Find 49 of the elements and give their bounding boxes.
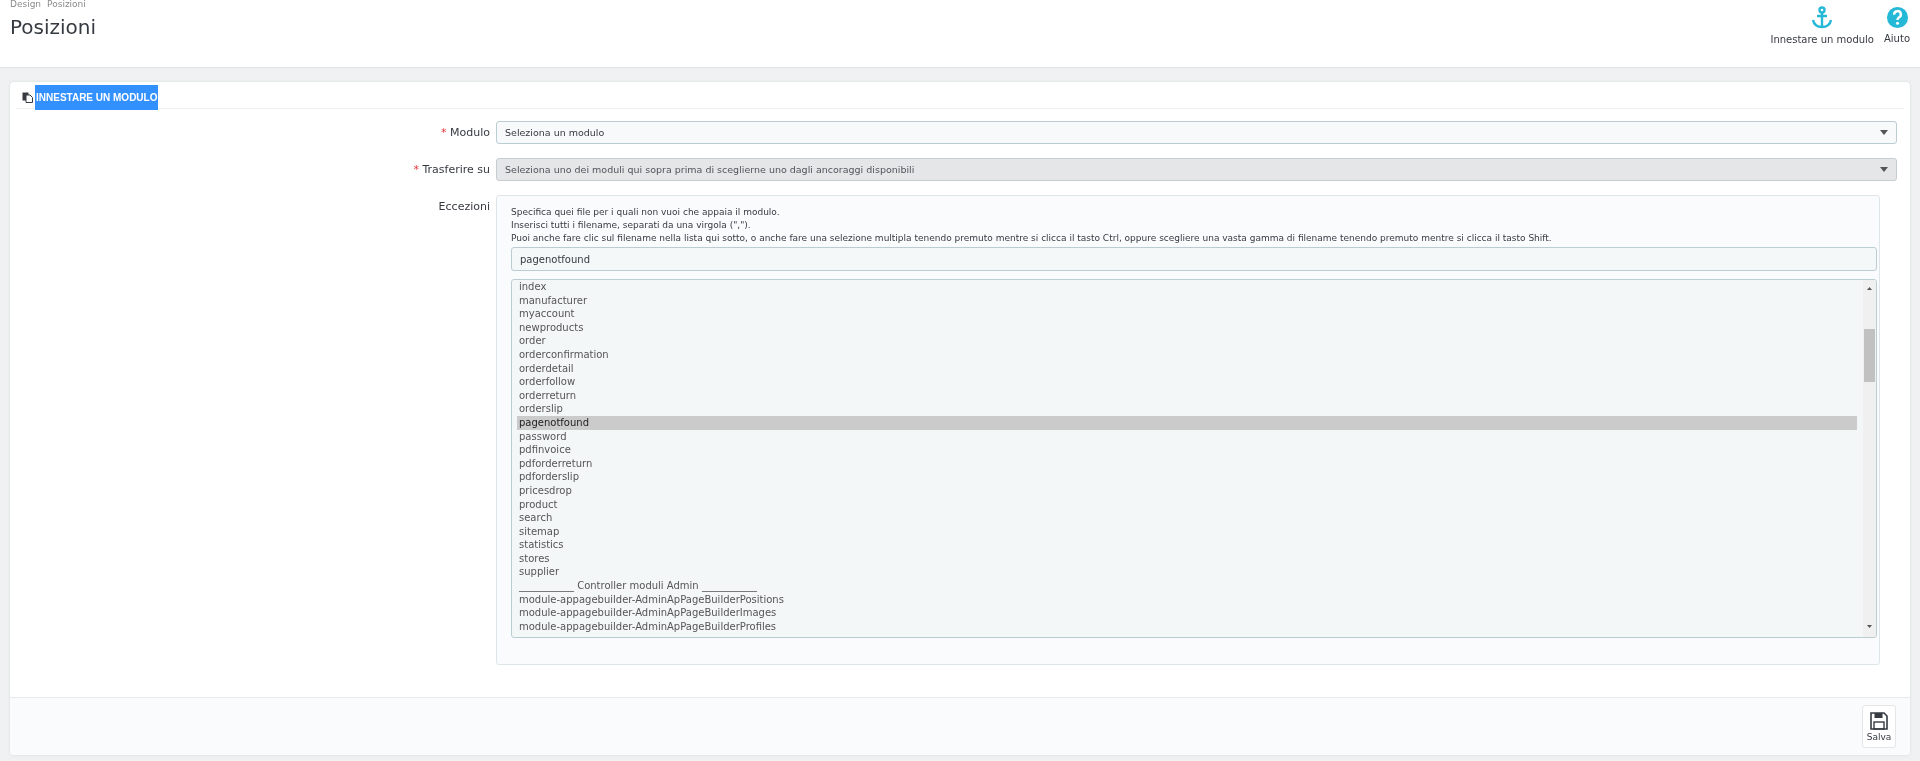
list-item[interactable]: module-appagebuilder-AdminApPageBuilderPositions [517,592,1857,607]
scrollbar[interactable] [1863,280,1876,637]
list-item[interactable]: stores [517,551,1857,566]
list-item[interactable]: pdfinvoice [517,443,1857,457]
caret-icon [1880,167,1888,172]
list-item[interactable]: pdforderreturn [517,456,1857,471]
list-item[interactable]: module-appagebuilder-AdminApPageBuilderProfiles [517,619,1857,634]
file-listbox[interactable] [511,279,1877,638]
help-text: Puoi anche fare clic sul filename nella lista qui sotto, o anche fare una selezione multipla tenendo premuto mentre si clicca il tasto Ctrl, oppure scegliere una vasta gamma di filename tenendo premuto mentre si clicca il tasto Shift. [511,232,1553,245]
breadcrumb-item[interactable]: Design [10,0,42,8]
input-field[interactable]: pagenotfound [511,247,1877,271]
list-item[interactable]: statistics [517,538,1857,552]
list-item[interactable]: pdforderslip [517,470,1857,484]
list-item[interactable]: password [517,429,1857,444]
copy-icon [22,91,33,103]
toolbar-link[interactable]: Aiuto [1884,6,1910,44]
field-label: * Trasferire su [412,162,490,176]
list-item[interactable]: sitemap [517,524,1857,539]
caret-icon [1880,130,1888,135]
list-item[interactable]: manufacturer [517,293,1857,308]
list-item[interactable]: search [517,511,1857,525]
list-item[interactable]: module-appagebuilder-AdminApPageBuilderImages [517,606,1857,620]
list-item[interactable]: pricesdrop [517,483,1857,498]
list-item[interactable]: orderfollow [517,375,1857,389]
list-item[interactable]: pagenotfound [517,415,1857,430]
list-item[interactable]: orderdetail [517,361,1857,376]
breadcrumb-item[interactable]: Posizioni [47,0,86,8]
help-text: Specifica quei file per i quali non vuoi che appaia il modulo. [511,206,781,219]
list-item[interactable]: product [517,497,1857,512]
list-item[interactable]: ___________ Controller moduli Admin ___________ [517,579,1857,593]
list-item[interactable]: orderreturn [517,388,1857,403]
list-item[interactable]: newproducts [517,320,1857,335]
list-item[interactable]: orderconfirmation [517,347,1857,362]
select-field[interactable]: Seleziona un modulo [496,121,1897,144]
list-item[interactable]: index [517,280,1857,294]
toolbar-link[interactable]: Innestare un modulo [1770,6,1874,45]
help-text: Inserisci tutti i filename, separati da una virgola (","). [511,219,752,232]
panel-heading: INNESTARE UN MODULO [35,84,159,110]
anchor-icon [1811,6,1834,30]
list-item[interactable]: order [517,334,1857,348]
page-title: Posizioni [10,15,97,39]
list-item[interactable]: orderslip [517,402,1857,416]
save-button[interactable]: Salva [1862,705,1896,748]
save-icon [1870,711,1888,730]
list-item[interactable]: myaccount [517,307,1857,321]
field-label: Eccezioni [437,199,490,213]
list-item[interactable]: supplier [517,565,1857,580]
field-label: * Modulo [440,125,490,139]
help-icon [1885,6,1909,29]
